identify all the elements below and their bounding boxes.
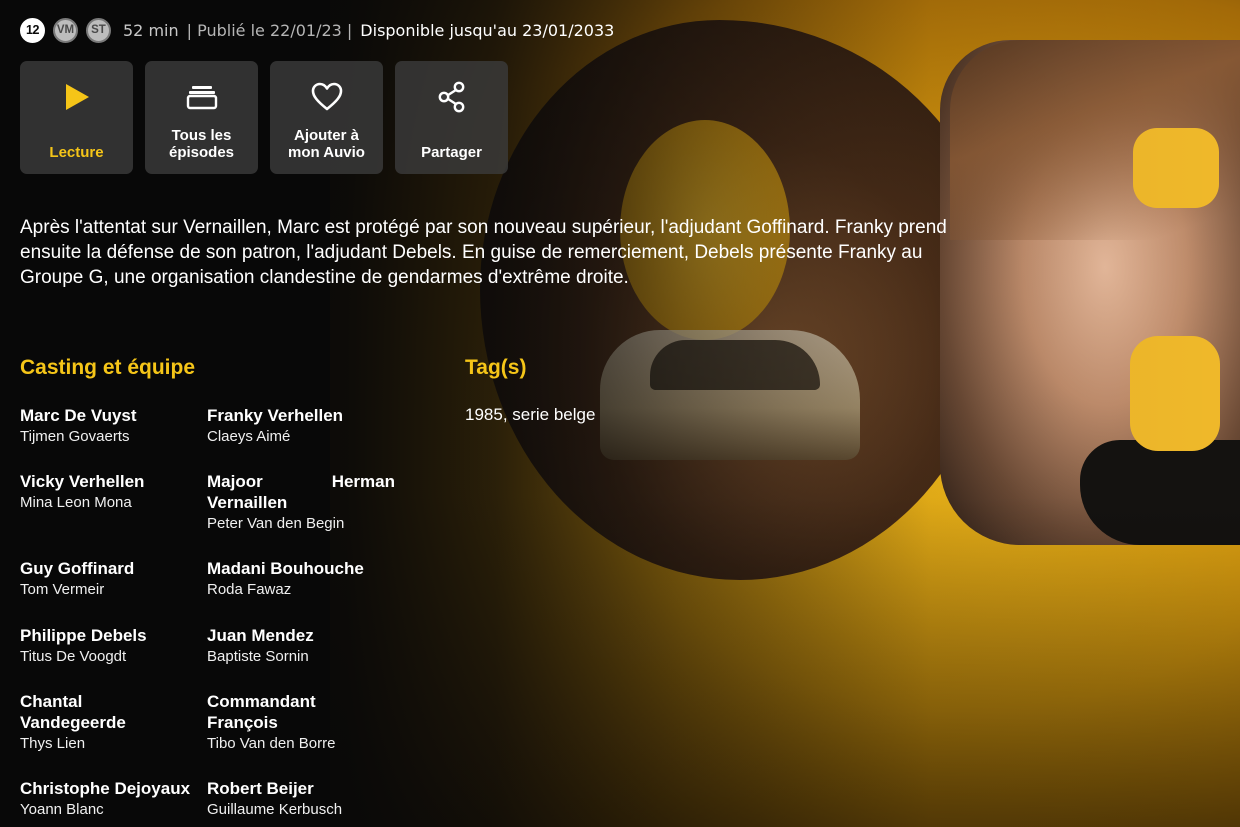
cast-entry[interactable]: Robert Beijer Guillaume Kerbusch: [207, 778, 393, 821]
cast-entry[interactable]: Commandant François Tibo Van den Borre: [207, 691, 393, 755]
cast-role: Christophe Dejoyaux: [20, 779, 191, 798]
share-button[interactable]: Partager: [395, 61, 508, 174]
cast-actor: Yoann Blanc: [20, 801, 104, 818]
cast-entry[interactable]: Juan Mendez Baptiste Sornin: [207, 625, 393, 668]
cast-role: Vicky Verhellen: [20, 472, 145, 491]
cast-actor: Claeys Aimé: [207, 428, 291, 445]
cast-entry[interactable]: Chantal Vandegeerde Thys Lien: [20, 691, 206, 755]
share-icon: [437, 81, 467, 113]
cast-role: Robert Beijer: [207, 779, 314, 798]
cast-role-line2: Vernaillen: [207, 493, 288, 512]
synopsis: Après l'attentat sur Vernaillen, Marc es…: [20, 217, 947, 288]
cast-entry[interactable]: Guy Goffinard Tom Vermeir: [20, 558, 206, 601]
play-button-label: Lecture: [49, 144, 104, 161]
program-meta-row: 12 VM ST 52 min | Publié le 22/01/23 | D…: [20, 17, 614, 43]
cast-entry[interactable]: Vicky Verhellen Mina Leon Mona: [20, 471, 206, 514]
share-label: Partager: [421, 144, 482, 161]
vm-badge: VM: [53, 17, 78, 43]
cast-section-title: Casting et équipe: [20, 356, 196, 379]
subtitles-badge: ST: [86, 17, 111, 43]
cast-role: Juan Mendez: [207, 626, 314, 645]
play-icon: [64, 81, 90, 113]
cast-actor: Peter Van den Begin: [207, 515, 345, 532]
cast-actor: Tibo Van den Borre: [207, 735, 336, 752]
cast-actor: Roda Fawaz: [207, 581, 292, 598]
cast-actor: Tijmen Govaerts: [20, 428, 130, 445]
age-rating-text: 12: [26, 23, 39, 37]
cast-entry[interactable]: Madani Bouhouche Roda Fawaz: [207, 558, 393, 601]
cast-role: Madani Bouhouche: [207, 559, 364, 578]
cast-role: Philippe Debels: [20, 626, 147, 645]
action-buttons: Lecture Tous les épisodes Ajouter à mon …: [20, 61, 508, 174]
cast-role-line1: Majoor Herman: [207, 471, 395, 492]
cast-entry[interactable]: Philippe Debels Titus De Voogdt: [20, 625, 206, 668]
cast-actor: Titus De Voogdt: [20, 648, 127, 665]
cast-role-line1: Commandant: [207, 692, 316, 711]
episodes-stack-icon: [186, 81, 218, 113]
cast-actor: Mina Leon Mona: [20, 494, 132, 511]
add-to-auvio-button[interactable]: Ajouter à mon Auvio: [270, 61, 383, 174]
add-to-auvio-label: Ajouter à mon Auvio: [288, 127, 365, 161]
cast-entry[interactable]: Christophe Dejoyaux Yoann Blanc: [20, 778, 206, 821]
all-episodes-label: Tous les épisodes: [168, 127, 235, 161]
cast-role: Franky Verhellen: [207, 406, 344, 425]
age-rating-badge: 12: [20, 17, 45, 43]
tags-list: 1985, serie belge: [465, 405, 596, 424]
cast-role: Guy Goffinard: [20, 559, 135, 578]
cast-role: Marc De Vuyst: [20, 406, 137, 425]
cast-role-part: Majoor: [207, 472, 263, 491]
cast-actor: Baptiste Sornin: [207, 648, 309, 665]
heart-icon: [311, 81, 343, 113]
cast-role-line2: François: [207, 713, 278, 732]
cast-role-line2: Vandegeerde: [20, 713, 126, 732]
cast-actor: Thys Lien: [20, 735, 86, 752]
cast-role-part: Herman: [331, 472, 395, 491]
published-date: | Publié le 22/01/23 |: [186, 20, 353, 40]
play-button[interactable]: Lecture: [20, 61, 133, 174]
tags-section-title: Tag(s): [465, 356, 527, 379]
cast-entry[interactable]: Marc De Vuyst Tijmen Govaerts: [20, 405, 206, 448]
availability-date: Disponible jusqu'au 23/01/2033: [360, 20, 615, 40]
cast-role-line1: Chantal: [20, 692, 83, 711]
cast-actor: Guillaume Kerbusch: [207, 801, 343, 818]
cast-entry[interactable]: Majoor Herman Vernaillen Peter Van den B…: [207, 471, 395, 535]
program-detail: 12 VM ST 52 min | Publié le 22/01/23 | D…: [0, 0, 1240, 827]
cast-entry[interactable]: Franky Verhellen Claeys Aimé: [207, 405, 393, 448]
all-episodes-button[interactable]: Tous les épisodes: [145, 61, 258, 174]
cast-actor: Tom Vermeir: [20, 581, 105, 598]
duration: 52 min: [123, 20, 179, 40]
